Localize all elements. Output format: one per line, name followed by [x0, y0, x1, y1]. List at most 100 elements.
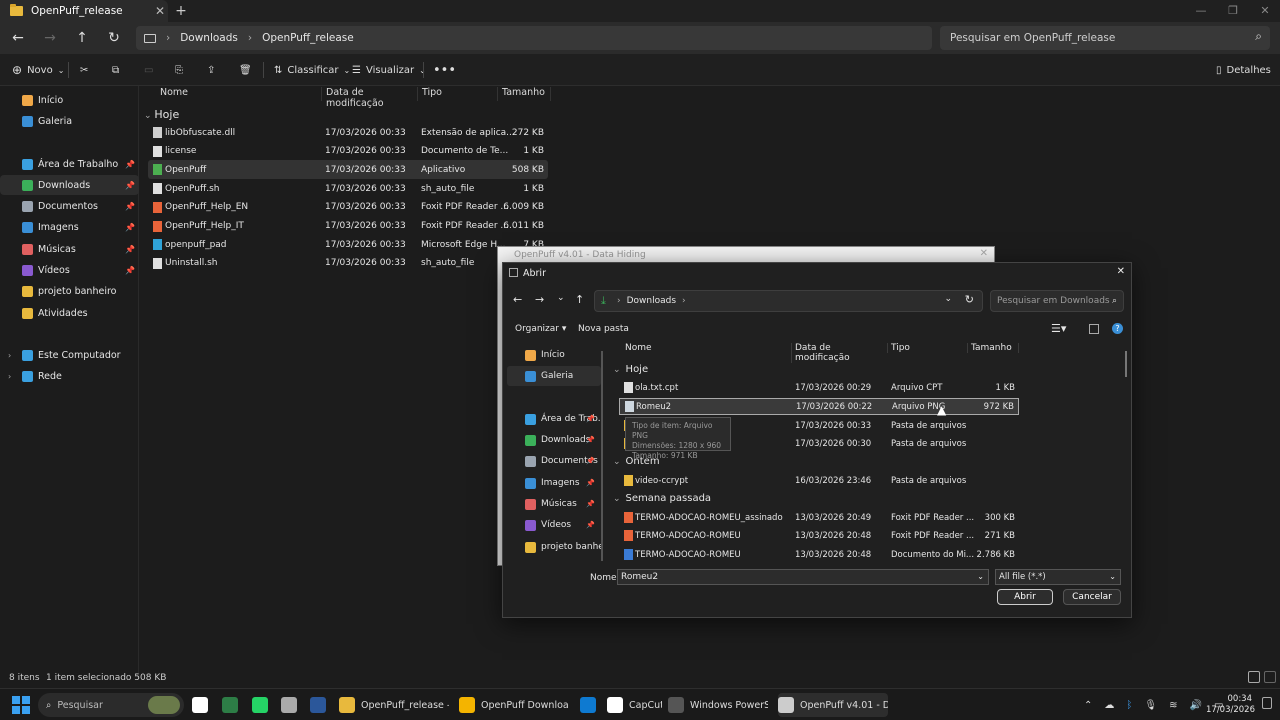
address-bar[interactable]: › Downloads › OpenPuff_release: [136, 26, 932, 50]
file-list-scrollbar[interactable]: [1125, 351, 1127, 377]
dialog-column-size[interactable]: Tamanho: [967, 343, 1019, 353]
details-view-icon[interactable]: [1248, 671, 1260, 683]
file-row[interactable]: openpuff_pad 17/03/2026 00:33 Microsoft Ed…: [148, 235, 548, 254]
chevron-down-icon[interactable]: ⌄: [944, 294, 952, 304]
group-header-today[interactable]: Hoje: [613, 364, 649, 375]
dialog-file-row[interactable]: TERMO-ADOCAO-ROMEU 13/03/2026 20:48 Foxit …: [619, 527, 1019, 544]
new-folder-button[interactable]: Nova pasta: [578, 324, 629, 334]
file-type-filter[interactable]: All file (*.*) ⌄: [995, 569, 1121, 585]
cut-button[interactable]: ✂: [80, 62, 88, 78]
expand-icon[interactable]: ›: [8, 372, 11, 381]
close-icon[interactable]: ✕: [980, 248, 988, 259]
minimize-button[interactable]: —: [1188, 2, 1214, 20]
refresh-icon[interactable]: ↻: [965, 293, 974, 306]
paste-button[interactable]: ▭: [144, 62, 153, 78]
group-header-last-week[interactable]: Semana passada: [613, 493, 712, 504]
network-tray-icon[interactable]: ☁: [1104, 700, 1114, 711]
cancel-button[interactable]: Cancelar: [1063, 589, 1121, 605]
dialog-file-row[interactable]: video-ccrypt 16/03/2026 23:46 Pasta de arq…: [619, 472, 1019, 489]
column-header-name[interactable]: Nome: [156, 87, 321, 101]
filename-input[interactable]: Romeu2 ⌄: [617, 569, 989, 585]
organize-button[interactable]: Organizar ▾: [515, 324, 566, 334]
dialog-sidebar-item-m-sicas[interactable]: Músicas 📌: [507, 494, 601, 514]
breadcrumb-downloads[interactable]: Downloads: [180, 32, 238, 44]
dialog-sidebar-item-in-cio[interactable]: Início: [507, 345, 601, 365]
new-button[interactable]: ⊕ Novo ⌄: [12, 62, 64, 78]
column-header-size[interactable]: Tamanho: [497, 87, 551, 101]
dialog-file-row[interactable]: TERMO-ADOCAO-ROMEU 13/03/2026 20:48 Docume…: [619, 546, 1019, 563]
dialog-file-row[interactable]: TERMO-ADOCAO-ROMEU_assinado 13/03/2026 20…: [619, 509, 1019, 526]
taskbar-app-5[interactable]: OpenPuff_release – Expl: [339, 693, 449, 717]
tiles-view-icon[interactable]: [1264, 671, 1276, 683]
sidebar-item-imagens[interactable]: Imagens 📌: [0, 217, 139, 237]
back-button[interactable]: ←: [8, 28, 28, 48]
sidebar-item-galeria[interactable]: Galeria: [0, 111, 139, 131]
sidebar-item-in-cio[interactable]: Início: [0, 90, 139, 110]
taskbar-app-3[interactable]: [281, 693, 305, 717]
taskbar-app-9[interactable]: Windows PowerShell: [668, 693, 768, 717]
file-row[interactable]: OpenPuff 17/03/2026 00:33 Aplicativo 508 KB: [148, 160, 548, 180]
dialog-sidebar-item-documentos[interactable]: Documentos 📌: [507, 451, 601, 471]
new-tab-button[interactable]: +: [172, 2, 190, 20]
taskbar-app-1[interactable]: [222, 693, 246, 717]
close-tab-icon[interactable]: ✕: [152, 4, 168, 18]
chevron-up-icon[interactable]: ⌃: [1084, 700, 1092, 711]
expand-icon[interactable]: ›: [8, 351, 11, 360]
close-window-button[interactable]: ✕: [1252, 2, 1278, 20]
sidebar-item-m-sicas[interactable]: Músicas 📌: [0, 239, 139, 259]
preview-pane-icon[interactable]: [1089, 324, 1099, 334]
taskbar-app-10[interactable]: OpenPuff v4.01 - Data H: [778, 693, 888, 717]
view-options-icon[interactable]: ☰▾: [1051, 322, 1066, 335]
column-header-type[interactable]: Tipo: [417, 87, 497, 101]
dialog-sidebar-item--rea-de-trab-[interactable]: Área de Trab. 📌: [507, 409, 601, 429]
refresh-button[interactable]: ↻: [104, 28, 124, 48]
taskbar-app-2[interactable]: [252, 693, 276, 717]
open-button[interactable]: Abrir: [997, 589, 1053, 605]
details-button[interactable]: ▯ Detalhes: [1216, 62, 1271, 78]
file-row[interactable]: OpenPuff.sh 17/03/2026 00:33 sh_auto_file 1…: [148, 179, 548, 198]
dialog-sidebar-item-projeto-banheiro[interactable]: projeto banheiro: [507, 537, 601, 557]
forward-button[interactable]: →: [535, 293, 544, 306]
notifications-icon[interactable]: [1262, 697, 1272, 709]
dialog-sidebar-item-imagens[interactable]: Imagens 📌: [507, 473, 601, 493]
wifi-icon[interactable]: ≋: [1169, 700, 1177, 711]
dialog-sidebar-item-v-deos[interactable]: Vídeos 📌: [507, 515, 601, 535]
up-button[interactable]: ↑: [72, 28, 92, 48]
dialog-sidebar-item-downloads[interactable]: Downloads 📌: [507, 430, 601, 450]
taskbar-app-0[interactable]: [192, 693, 216, 717]
taskbar-app-4[interactable]: [310, 693, 334, 717]
sidebar-item-projeto-banheiro[interactable]: projeto banheiro: [0, 281, 139, 301]
dialog-close-button[interactable]: ✕: [1117, 266, 1125, 277]
sidebar-item-downloads[interactable]: Downloads 📌: [0, 175, 139, 195]
help-icon[interactable]: ?: [1112, 323, 1123, 334]
sidebar-item--rea-de-trabalho[interactable]: Área de Trabalho 📌: [0, 154, 139, 174]
speaker-icon[interactable]: 🔊: [1189, 700, 1201, 711]
bluetooth-icon[interactable]: ᛒ: [1126, 700, 1132, 711]
taskbar-app-8[interactable]: CapCut: [607, 693, 662, 717]
dialog-address-bar[interactable]: ⤓ › Downloads › ⌄ ↻: [594, 290, 983, 312]
dialog-sidebar-item-galeria[interactable]: Galeria: [507, 366, 601, 386]
file-row[interactable]: license 17/03/2026 00:33 Documento de Te..…: [148, 142, 548, 161]
delete-button[interactable]: 🗑: [239, 62, 252, 78]
rename-button[interactable]: ⎘: [175, 62, 183, 78]
start-button[interactable]: [12, 693, 30, 717]
column-header-date[interactable]: Data de modificação: [321, 87, 417, 109]
search-box[interactable]: Pesquisar em OpenPuff_release ⌕: [940, 26, 1270, 50]
share-button[interactable]: ⇪: [207, 62, 215, 78]
group-header-today[interactable]: ⌄ Hoje: [144, 108, 179, 121]
clock[interactable]: 00:34 17/03/2026: [1206, 694, 1255, 716]
chevron-down-icon[interactable]: ⌄: [977, 570, 984, 584]
taskbar-app-7[interactable]: [580, 693, 604, 717]
recent-locations-button[interactable]: ⌄: [557, 293, 565, 303]
sort-button[interactable]: ⇅ Classificar ⌄: [274, 62, 350, 78]
file-row[interactable]: libObfuscate.dll 17/03/2026 00:33 Extensão…: [148, 123, 548, 142]
file-row[interactable]: OpenPuff_Help_IT 17/03/2026 00:33 Foxit PD…: [148, 217, 548, 236]
taskbar-search[interactable]: ⌕ Pesquisar: [38, 693, 184, 717]
up-button[interactable]: ↑: [575, 293, 584, 306]
taskbar-app-6[interactable]: OpenPuff Download - S: [459, 693, 569, 717]
dialog-search[interactable]: Pesquisar em Downloads ⌕: [990, 290, 1124, 312]
breadcrumb-openpuff-release[interactable]: OpenPuff_release: [262, 32, 354, 44]
dialog-column-date[interactable]: Data de modificação: [791, 343, 887, 363]
dialog-column-name[interactable]: Nome: [625, 343, 789, 355]
copy-button[interactable]: ⧉: [112, 62, 119, 78]
